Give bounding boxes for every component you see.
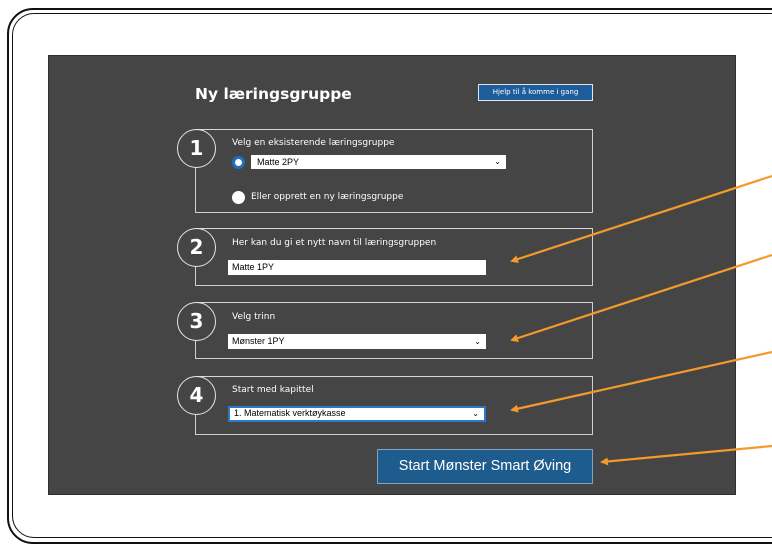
annotation-arrow-chapter <box>510 350 772 413</box>
annotation-arrow-name <box>510 174 772 263</box>
annotation-arrow-level <box>510 253 772 342</box>
annotation-arrows <box>510 174 772 466</box>
annotation-arrow-start <box>600 444 772 466</box>
